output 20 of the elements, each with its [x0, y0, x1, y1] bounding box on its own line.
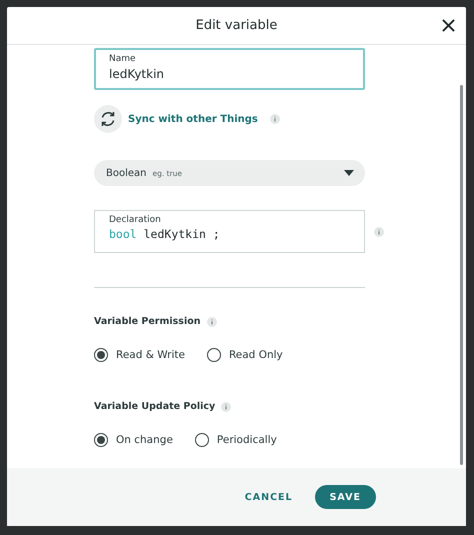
sync-icon[interactable] — [94, 105, 122, 133]
save-button[interactable]: SAVE — [314, 485, 376, 509]
radio-option[interactable]: Periodically — [194, 433, 277, 447]
info-icon[interactable] — [221, 402, 232, 412]
radio-option[interactable]: Read Only — [206, 348, 283, 362]
close-icon[interactable] — [442, 19, 455, 32]
info-icon[interactable] — [206, 316, 217, 326]
radio-option[interactable]: Read & Write — [94, 348, 185, 362]
info-icon[interactable] — [374, 226, 384, 236]
name-field[interactable]: Name ledKytkin — [94, 48, 365, 90]
dialog-title: Edit variable — [196, 18, 278, 33]
declaration-field[interactable]: Declaration bool ledKytkin ; — [94, 210, 365, 253]
section-title: Variable Permission — [94, 316, 201, 327]
cancel-button[interactable]: CANCEL — [240, 488, 297, 506]
scrollbar[interactable] — [460, 85, 463, 465]
caret-icon — [344, 170, 354, 176]
sync-link[interactable]: Sync with other Things — [128, 114, 258, 124]
info-icon[interactable] — [270, 114, 280, 124]
section-title: Variable Update Policy — [94, 401, 216, 412]
radio-option[interactable]: On change — [94, 433, 173, 447]
